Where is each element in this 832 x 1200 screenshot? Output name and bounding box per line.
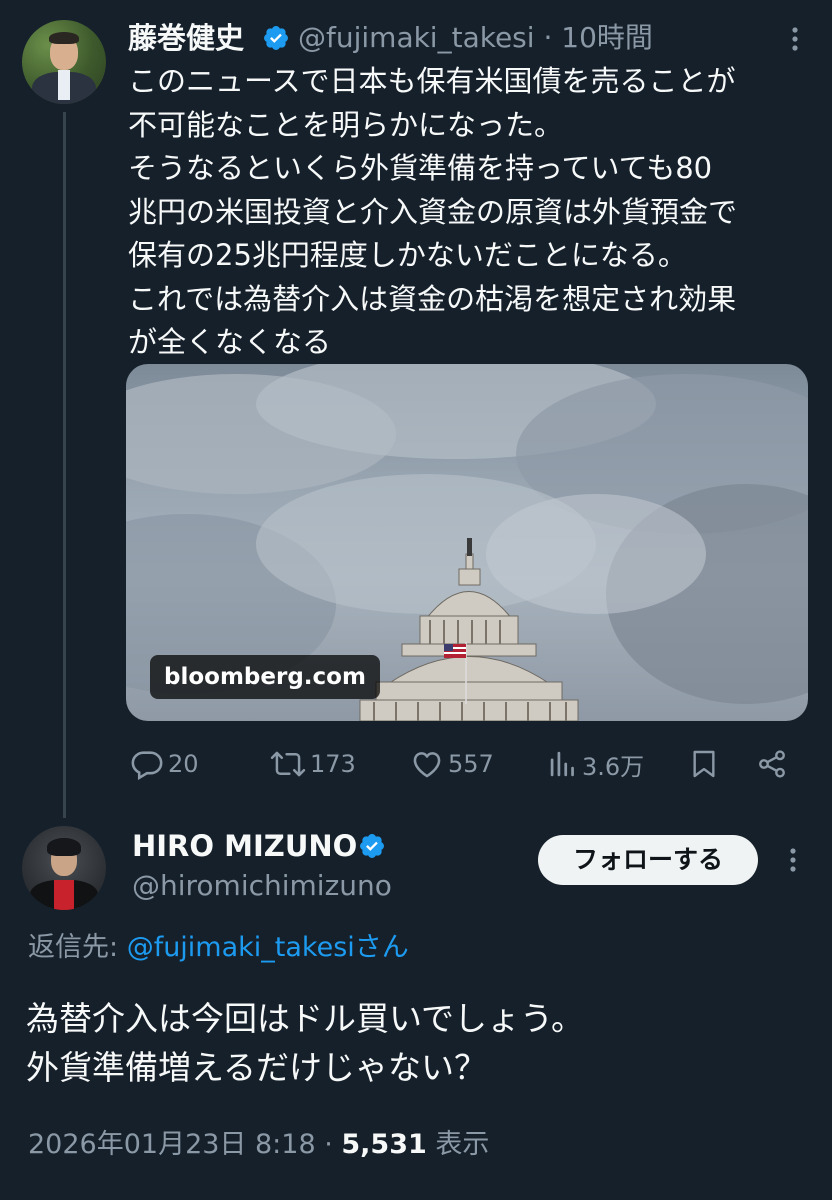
reply-text: 為替介入は今回はドル買いでしょう。 外貨準備増えるだけじゃない？ — [26, 994, 816, 1092]
retweet-count: 173 — [310, 750, 356, 778]
tweet-text-line: 不可能なことを明らかになった。 — [128, 107, 564, 142]
author-handle-and-time[interactable]: @fujimaki_takesi · 10時間 — [298, 18, 653, 58]
reply-author-name[interactable]: HIRO MIZUNO — [132, 826, 357, 866]
more-options-icon[interactable] — [778, 845, 808, 875]
tweet-text-line: そうなるといくら外貨準備を持っていても80 — [128, 151, 713, 185]
avatar-figure-hair — [47, 838, 81, 856]
follow-button[interactable]: フォローする — [538, 835, 758, 885]
reply-author-handle[interactable]: @hiromichimizuno — [132, 866, 392, 906]
post-timestamp[interactable]: 2026年01月23日 8:18 · — [28, 1129, 341, 1160]
tweet-text-line: 兆円の米国投資と介入資金の原資は外貨預金で — [128, 194, 738, 229]
tweet-text-line: 保有の25兆円程度しかないだことになる。 — [128, 238, 687, 272]
avatar-figure-shirt — [58, 70, 70, 100]
avatar-figure-shirt — [54, 880, 74, 910]
reply-author-avatar[interactable] — [22, 826, 106, 910]
link-card-source[interactable]: bloomberg.com — [150, 655, 380, 699]
replying-to-handle-link[interactable]: @fujimaki_takesi — [127, 932, 355, 963]
heart-icon — [413, 752, 441, 778]
like-count: 557 — [448, 750, 494, 778]
verified-badge-icon — [264, 26, 288, 50]
reply-text-line: 外貨準備増えるだけじゃない？ — [26, 1048, 488, 1087]
analytics-icon — [550, 751, 574, 777]
verified-badge-icon — [360, 834, 384, 858]
reply-text-line: 為替介入は今回はドル買いでしょう。 — [26, 999, 585, 1038]
author-handle[interactable]: @fujimaki_takesi — [298, 21, 535, 54]
author-avatar[interactable] — [22, 20, 106, 104]
views-button[interactable]: 3.6万 — [548, 744, 644, 784]
share-icon — [759, 750, 785, 778]
thread-connector-line — [63, 112, 66, 818]
like-button[interactable]: 557 — [410, 744, 494, 784]
reply-count: 20 — [168, 750, 199, 778]
retweet-button[interactable]: 173 — [270, 744, 356, 784]
share-button[interactable] — [756, 744, 788, 784]
tweet-text: このニュースで日本も保有米国債を売ることが 不可能なことを明らかになった。 そう… — [128, 60, 818, 365]
avatar-figure-hair — [49, 32, 79, 44]
retweet-icon — [270, 751, 306, 777]
author-name[interactable]: 藤巻健史 — [128, 18, 244, 58]
replying-to: 返信先: @fujimaki_takesiさん — [28, 928, 409, 968]
views-label: 表示 — [426, 1129, 490, 1160]
view-count: 3.6万 — [582, 752, 645, 781]
replying-to-suffix: さん — [354, 932, 409, 963]
views-count: 5,531 — [341, 1129, 427, 1160]
bookmark-icon — [693, 750, 715, 778]
bookmark-button[interactable] — [688, 744, 720, 784]
reply-icon — [131, 751, 163, 781]
tweet-text-line: これでは為替介入は資金の枯渇を想定され効果 — [128, 281, 737, 316]
tweet-text-line: が全くなくなる — [128, 325, 332, 359]
replying-to-prefix: 返信先: — [28, 932, 127, 963]
post-metadata: 2026年01月23日 8:18 · 5,531 表示 — [28, 1125, 489, 1165]
post-time[interactable]: · 10時間 — [543, 21, 652, 54]
more-options-icon[interactable] — [780, 24, 810, 54]
reply-button[interactable]: 20 — [130, 744, 199, 784]
tweet-text-line: このニュースで日本も保有米国債を売ることが — [128, 64, 736, 98]
